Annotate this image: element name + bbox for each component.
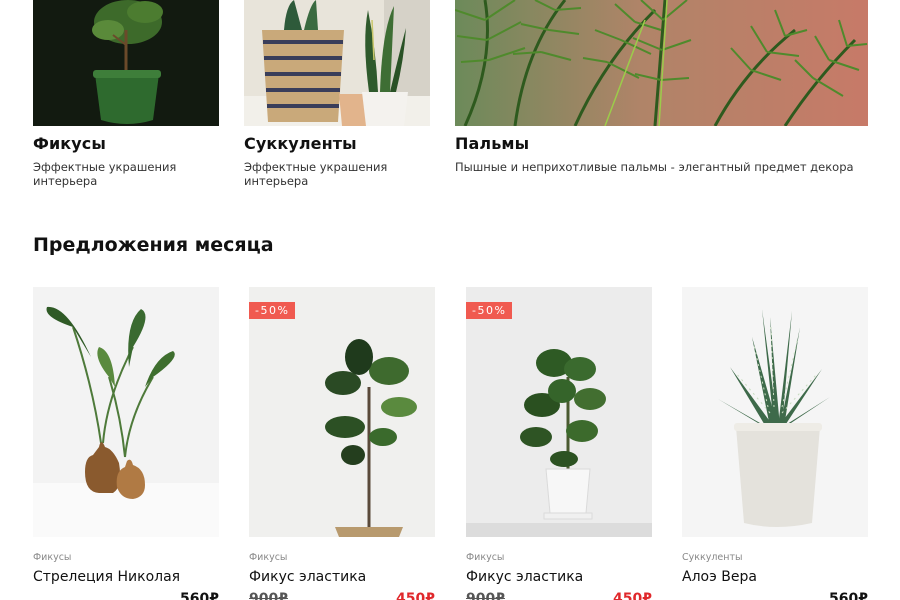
category-description: Эффектные украшения интерьера <box>244 160 388 188</box>
product-category: Фикусы <box>33 552 72 563</box>
product-price: 450₽ <box>613 591 652 600</box>
category-card-palms[interactable]: Пальмы Пышные и неприхотливые пальмы - э… <box>455 0 868 174</box>
product-card[interactable]: -50% Фикусы Фикус эластика 900₽ 450₽ <box>249 287 435 600</box>
section-title-offers: Предложения месяца <box>33 234 274 256</box>
product-prices: 900₽ 450₽ <box>249 591 435 600</box>
product-prices: 900₽ 450₽ <box>466 591 652 600</box>
product-name[interactable]: Алоэ Вера <box>682 569 868 585</box>
discount-badge: -50% <box>249 302 296 319</box>
product-price: 560₽ <box>829 591 868 600</box>
category-description: Эффектные украшения интерьера <box>33 160 177 188</box>
discount-badge: -50% <box>466 302 513 319</box>
product-image[interactable] <box>33 287 219 537</box>
category-image-palms[interactable] <box>455 0 868 126</box>
product-category: Фикусы <box>249 552 288 563</box>
product-card[interactable]: Фикусы Стрелеция Николая 560₽ <box>33 287 219 600</box>
category-image-succulents[interactable] <box>244 0 430 126</box>
product-name[interactable]: Фикус эластика <box>466 569 652 585</box>
category-image-ficus[interactable] <box>33 0 219 126</box>
category-title[interactable]: Фикусы <box>33 134 219 153</box>
product-prices: 560₽ <box>33 591 219 600</box>
product-prices: 560₽ <box>682 591 868 600</box>
product-card[interactable]: Суккуленты Алоэ Вера 560₽ <box>682 287 868 600</box>
product-name[interactable]: Стрелеция Николая <box>33 569 219 585</box>
product-price: 450₽ <box>396 591 435 600</box>
product-price: 560₽ <box>180 591 219 600</box>
product-image[interactable]: -50% <box>249 287 435 537</box>
category-title[interactable]: Пальмы <box>455 134 868 153</box>
product-image[interactable] <box>682 287 868 537</box>
category-card-ficus[interactable]: Фикусы Эффектные украшения интерьера <box>33 0 219 188</box>
product-image[interactable]: -50% <box>466 287 652 537</box>
product-old-price: 900₽ <box>249 591 288 600</box>
category-title[interactable]: Суккуленты <box>244 134 430 153</box>
category-card-succulents[interactable]: Суккуленты Эффектные украшения интерьера <box>244 0 430 188</box>
product-name[interactable]: Фикус эластика <box>249 569 435 585</box>
category-description: Пышные и неприхотливые пальмы - элегантн… <box>455 160 854 174</box>
product-category: Фикусы <box>466 552 505 563</box>
product-old-price: 900₽ <box>466 591 505 600</box>
product-category: Суккуленты <box>682 552 743 563</box>
product-card[interactable]: -50% Фикусы Фикус эластика 900₽ 450₽ <box>466 287 652 600</box>
